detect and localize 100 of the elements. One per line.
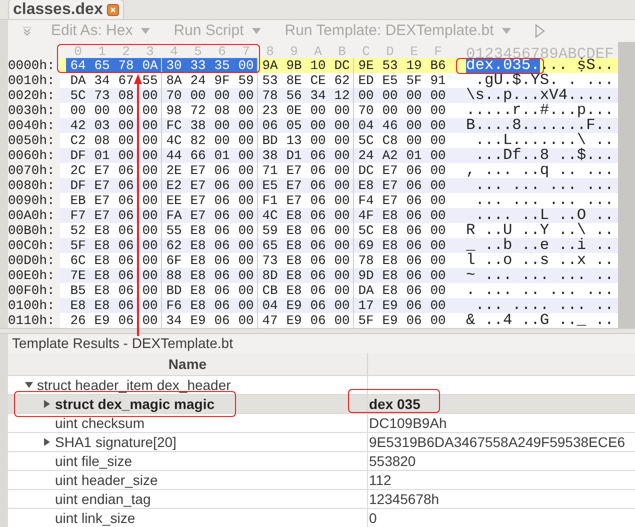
hex-byte[interactable]: 00 [334, 163, 350, 178]
hex-byte[interactable]: 06 [310, 268, 326, 283]
hex-byte[interactable]: 00 [430, 253, 446, 268]
hex-byte[interactable]: E8 [94, 268, 110, 283]
hex-byte[interactable]: 00 [238, 88, 254, 103]
hex-byte[interactable]: 88 [166, 268, 182, 283]
hex-byte[interactable]: E8 [382, 283, 398, 298]
hex-byte[interactable]: 47 [262, 313, 278, 328]
hex-byte[interactable]: E8 [190, 283, 206, 298]
hex-byte[interactable]: 78 [114, 58, 138, 73]
hex-byte[interactable]: 4C [262, 208, 278, 223]
hex-byte[interactable]: 00 [238, 163, 254, 178]
hex-byte[interactable]: E8 [190, 268, 206, 283]
hex-byte[interactable]: 00 [334, 133, 350, 148]
hex-byte[interactable]: 06 [310, 148, 326, 163]
hex-byte[interactable]: 91 [430, 73, 446, 88]
hex-byte[interactable]: 06 [214, 238, 230, 253]
hex-byte[interactable]: 00 [238, 118, 254, 133]
hex-byte[interactable]: 06 [406, 178, 422, 193]
hex-byte[interactable]: 08 [214, 103, 230, 118]
hex-byte[interactable]: 00 [310, 133, 326, 148]
hex-byte[interactable]: 82 [190, 133, 206, 148]
hex-byte[interactable]: 00 [142, 208, 158, 223]
close-icon[interactable] [106, 4, 119, 16]
collapsed-arrow-icon[interactable] [43, 400, 51, 408]
hex-byte[interactable]: 06 [214, 253, 230, 268]
hex-byte[interactable]: 00 [238, 193, 254, 208]
hex-byte[interactable]: 66 [190, 148, 206, 163]
hex-byte[interactable]: 65 [262, 238, 278, 253]
hex-byte[interactable]: E7 [382, 178, 398, 193]
hex-byte[interactable]: 00 [430, 103, 446, 118]
hex-byte[interactable]: E7 [286, 163, 302, 178]
hex-byte[interactable]: 06 [406, 193, 422, 208]
hex-byte[interactable]: 00 [238, 103, 254, 118]
hex-byte[interactable]: 00 [190, 88, 206, 103]
hex-byte[interactable]: 00 [142, 193, 158, 208]
hex-byte[interactable]: 00 [334, 223, 350, 238]
expanded-arrow-icon[interactable] [25, 381, 33, 389]
hex-byte[interactable]: 6F [166, 253, 182, 268]
hex-byte[interactable]: 00 [142, 253, 158, 268]
hex-byte[interactable]: 33 [186, 58, 210, 73]
hex-byte[interactable]: 9B [286, 58, 302, 73]
hex-byte[interactable]: 5F [406, 73, 422, 88]
hex-byte[interactable]: 70 [166, 88, 182, 103]
hex-byte[interactable]: 06 [406, 313, 422, 328]
hex-byte[interactable]: 2C [70, 163, 86, 178]
hex-byte[interactable]: 00 [430, 133, 446, 148]
hex-byte[interactable]: 00 [142, 148, 158, 163]
hex-byte[interactable]: 5C [358, 223, 374, 238]
hex-byte[interactable]: 72 [190, 103, 206, 118]
hex-byte[interactable]: 71 [262, 163, 278, 178]
hex-byte[interactable]: 00 [430, 148, 446, 163]
hex-byte[interactable]: 00 [238, 238, 254, 253]
hex-byte[interactable]: E8 [190, 238, 206, 253]
hex-byte[interactable]: E8 [286, 283, 302, 298]
hex-byte[interactable]: 8E [286, 73, 302, 88]
hex-byte[interactable]: 7E [70, 268, 86, 283]
hex-byte[interactable]: FC [166, 118, 182, 133]
hex-byte[interactable]: 34 [166, 313, 182, 328]
hex-byte[interactable]: 00 [430, 208, 446, 223]
hex-byte[interactable]: 06 [310, 223, 326, 238]
tree-row[interactable]: uint endian_tag 12345678h [8, 490, 635, 509]
hex-byte[interactable]: DA [70, 73, 86, 88]
hex-byte[interactable]: 06 [406, 283, 422, 298]
hex-byte[interactable]: E7 [286, 193, 302, 208]
hex-byte[interactable]: F6 [166, 298, 182, 313]
hex-byte[interactable]: F1 [262, 193, 278, 208]
hex-byte[interactable]: 65 [90, 58, 114, 73]
hex-byte[interactable]: 00 [70, 103, 86, 118]
hex-byte[interactable]: 00 [334, 238, 350, 253]
hex-byte[interactable]: 00 [334, 283, 350, 298]
hex-byte[interactable]: E8 [94, 283, 110, 298]
collapsed-arrow-icon[interactable] [43, 438, 51, 446]
hex-byte[interactable]: 35 [210, 58, 234, 73]
hex-byte[interactable]: 01 [214, 148, 230, 163]
hex-byte[interactable]: 23 [262, 103, 278, 118]
hex-byte[interactable]: 06 [310, 253, 326, 268]
hex-byte[interactable]: 56 [286, 88, 302, 103]
hex-byte[interactable]: E7 [94, 193, 110, 208]
hex-byte[interactable]: E7 [190, 178, 206, 193]
hex-byte[interactable]: D1 [286, 148, 302, 163]
hex-byte[interactable]: 00 [118, 118, 134, 133]
hex-byte[interactable]: 5F [358, 313, 374, 328]
hex-byte[interactable]: 00 [430, 283, 446, 298]
hex-byte[interactable]: E8 [382, 223, 398, 238]
tree-row[interactable]: struct header_item dex_header [8, 376, 635, 395]
hex-byte[interactable]: E8 [382, 238, 398, 253]
hex-byte[interactable]: 00 [310, 118, 326, 133]
hex-byte[interactable]: E8 [190, 298, 206, 313]
hex-byte[interactable]: 00 [238, 298, 254, 313]
hex-byte[interactable]: E8 [190, 223, 206, 238]
hex-byte[interactable]: 00 [238, 223, 254, 238]
hex-byte[interactable]: 6C [70, 253, 86, 268]
hex-byte[interactable]: 06 [262, 118, 278, 133]
hex-byte[interactable]: 00 [238, 313, 254, 328]
hex-byte[interactable]: 8A [166, 73, 182, 88]
hex-byte[interactable]: EB [70, 193, 86, 208]
hex-byte[interactable]: 06 [118, 163, 134, 178]
hex-byte[interactable]: 64 [66, 58, 90, 73]
hex-byte[interactable]: ED [358, 73, 374, 88]
